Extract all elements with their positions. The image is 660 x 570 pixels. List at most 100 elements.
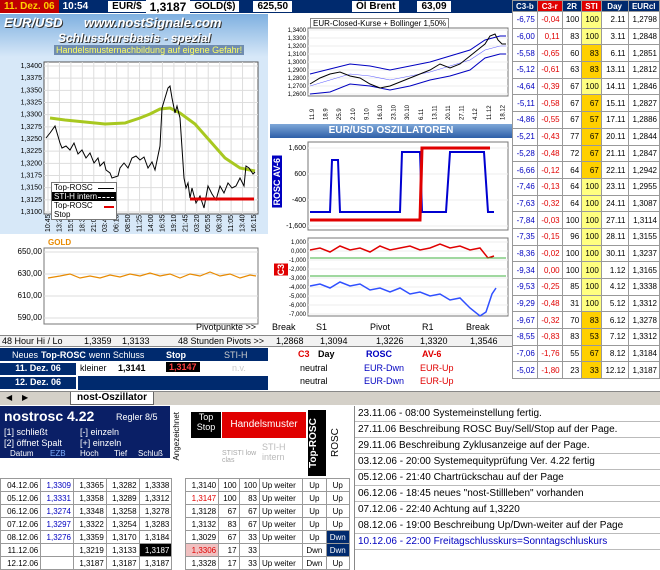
boll-x-tick: 20.11 — [446, 105, 452, 120]
news-item[interactable]: 05.12.06 - 21:40 Chartrückschau auf der … — [355, 470, 660, 486]
handelsmuster-head: Handelsmuster — [222, 412, 306, 438]
x-tick-label: 16:35 — [159, 214, 166, 232]
tab-next-icon[interactable]: ▶ — [22, 393, 28, 402]
spacer-cell — [172, 505, 186, 518]
bottom-cell: Up — [302, 530, 327, 544]
sidebar-cell: -9,29 — [512, 294, 538, 313]
sidebar-cell: 64 — [561, 161, 583, 179]
sidebar-cell: 1,3338 — [627, 278, 660, 296]
y-tick-label: 1,3350 — [21, 87, 43, 94]
bottom-cell: 1,3283 — [138, 517, 173, 531]
sidebar-cell: -5,12 — [512, 61, 538, 79]
col-head-datum: Datum — [10, 449, 34, 458]
sidebar-cell: -6,00 — [512, 27, 538, 46]
bottom-cell: 1,3132 — [185, 517, 220, 531]
col-head-hoch: Hoch — [80, 449, 99, 458]
col-c3b: C3-b — [512, 0, 538, 12]
news-item[interactable]: 08.12.06 - 19:00 Beschreibung Up/Dwn-wei… — [355, 518, 660, 534]
sidebar-cell: -0,58 — [536, 94, 563, 113]
y-tick-label: 1,3400 — [21, 63, 43, 70]
sidebar-cell: -1,80 — [536, 361, 563, 380]
sidebar-cell: 1,3087 — [627, 194, 660, 213]
sidebar-cell: -0,13 — [536, 177, 563, 196]
sidebar-cell: 1,2798 — [627, 11, 660, 29]
sidebar-cell: 17.11 — [600, 111, 629, 129]
sidebar-cell: 53 — [581, 328, 602, 346]
status-day: Day — [318, 349, 335, 359]
c3-y-tick: -2,000 — [289, 267, 307, 273]
news-item[interactable]: 07.12.06 - 22:40 Achtung auf 1,3220 — [355, 502, 660, 518]
bottom-cell: Dwn — [302, 543, 327, 557]
boll-x-tick: 23.10 — [392, 104, 398, 120]
boll-x-tick: 6.11 — [419, 108, 425, 120]
sidebar-cell: 13.11 — [600, 61, 629, 79]
bottom-cell: 1,3219 — [73, 543, 107, 557]
status-row1-av6: EUR-Up — [420, 363, 454, 373]
x-tick-label: 05:55 — [205, 214, 212, 232]
y-tick-label: 1,3300 — [21, 112, 43, 119]
boll-x-tick: 30.10 — [405, 104, 411, 120]
sidebar-cell: -0,12 — [536, 161, 563, 179]
status-row1-c3: neutral — [300, 363, 328, 373]
sidebar-cell: 67 — [561, 94, 583, 113]
sidebar-cell: 6.11 — [600, 44, 629, 63]
sidebar-row: -5,21 -0,43 77 67 20.11 1,2844 — [512, 127, 660, 146]
news-item[interactable]: 10.12.06 - 22:00 Freitagschlusskurs=Sonn… — [355, 534, 660, 550]
sidebar-row: -6,00 0,11 83 100 3.11 1,2848 — [512, 27, 660, 46]
tab-nost-oszillator[interactable]: nost-Oszillator — [70, 392, 155, 405]
key-3: [-] einzeln — [80, 427, 120, 437]
pivots-label: 48 Stunden Pivots >> — [178, 336, 265, 346]
bottom-cell: 1,3306 — [185, 543, 220, 557]
sidebar-cell: -0,83 — [536, 328, 563, 346]
news-item[interactable]: 29.11.06 Beschreibung Zyklusanzeige auf … — [355, 438, 660, 454]
bottom-row: 04.12.06 1,3309 1,3365 1,3282 1,3338 1,3140 10… — [0, 478, 351, 492]
x-tick-label: 11:05 — [228, 215, 235, 232]
bottom-cell: 07.12.06 — [0, 517, 42, 531]
warning-banner: Handelsmusternachbildung auf eigene Gefa… — [54, 45, 245, 55]
sidebar-cell: -5,28 — [512, 144, 538, 163]
pivot-label: Pivotpunkte >> — [196, 322, 257, 332]
sidebar-cell: 77 — [561, 127, 583, 146]
c3-y-tick: -6,000 — [289, 303, 307, 309]
tab-prev-icon[interactable]: ◀ — [6, 393, 12, 402]
sidebar-row: -9,34 0,00 100 100 1.12 1,3165 — [512, 261, 660, 279]
boll-x-tick: 25.9 — [337, 108, 343, 120]
sidebar-cell: 1,2851 — [627, 44, 660, 63]
pair-label: EUR/USD — [4, 15, 63, 30]
bottom-row: 08.12.06 1,3276 1,3359 1,3170 1,3184 1,3029 67… — [0, 530, 351, 544]
status-row2-rosc: EUR-Dwn — [364, 376, 405, 386]
status-rosc: ROSC — [366, 349, 393, 359]
site-label[interactable]: www.nostSignale.com — [84, 15, 221, 30]
bottom-cell: Up — [325, 504, 351, 518]
bottom-cell: 1,3338 — [138, 478, 173, 492]
oscillator-panel: EUR/USD OSZILLATOREN ROSC AV-6 1,600 600-… — [270, 124, 512, 334]
bottom-cell: Up — [325, 517, 351, 531]
pivot-value-break-high: 1,3546 — [470, 336, 498, 346]
y-tick-label: 1,3275 — [21, 124, 43, 131]
y-tick-label: 1,3125 — [21, 197, 43, 204]
spacer-cell — [172, 479, 186, 492]
sidebar-cell: -6,75 — [512, 11, 538, 29]
bottom-cell: 1,3276 — [40, 530, 74, 544]
col-head-schluss: Schluß — [138, 449, 163, 458]
sidebar-cell: -0,25 — [536, 278, 563, 296]
pivot-head-s1: S1 — [316, 322, 328, 332]
news-item[interactable]: 27.11.06 Beschreibung ROSC Buy/Sell/Stop… — [355, 422, 660, 438]
sidebar-cell: -4,64 — [512, 77, 538, 96]
sidebar-cell: -0,43 — [536, 127, 563, 146]
sidebar-cell: 100 — [581, 211, 602, 229]
news-item[interactable]: 23.11.06 - 08:00 Systemeinstellung ferti… — [355, 406, 660, 422]
news-item[interactable]: 03.12.06 - 20:00 Systemequityprüfung Ver… — [355, 454, 660, 470]
sidebar-cell: 100 — [581, 227, 602, 246]
sidebar-cell: -0,02 — [536, 244, 563, 263]
sidebar-cell: 1,2812 — [627, 61, 660, 79]
sidebar-cell: 100 — [561, 244, 583, 263]
oil-value: 63,09 — [417, 1, 451, 12]
news-item[interactable]: 06.12.06 - 18:45 neues "nost-Stillleben"… — [355, 486, 660, 502]
sidebar-cell: 100 — [581, 244, 602, 263]
sidebar-cell: 67 — [561, 111, 583, 129]
spacer-cell — [172, 557, 186, 570]
sidebar-cell: -0,48 — [536, 144, 563, 163]
oscillator-title: EUR/USD OSZILLATOREN — [270, 124, 512, 138]
sidebar-cell: -7,35 — [512, 227, 538, 246]
